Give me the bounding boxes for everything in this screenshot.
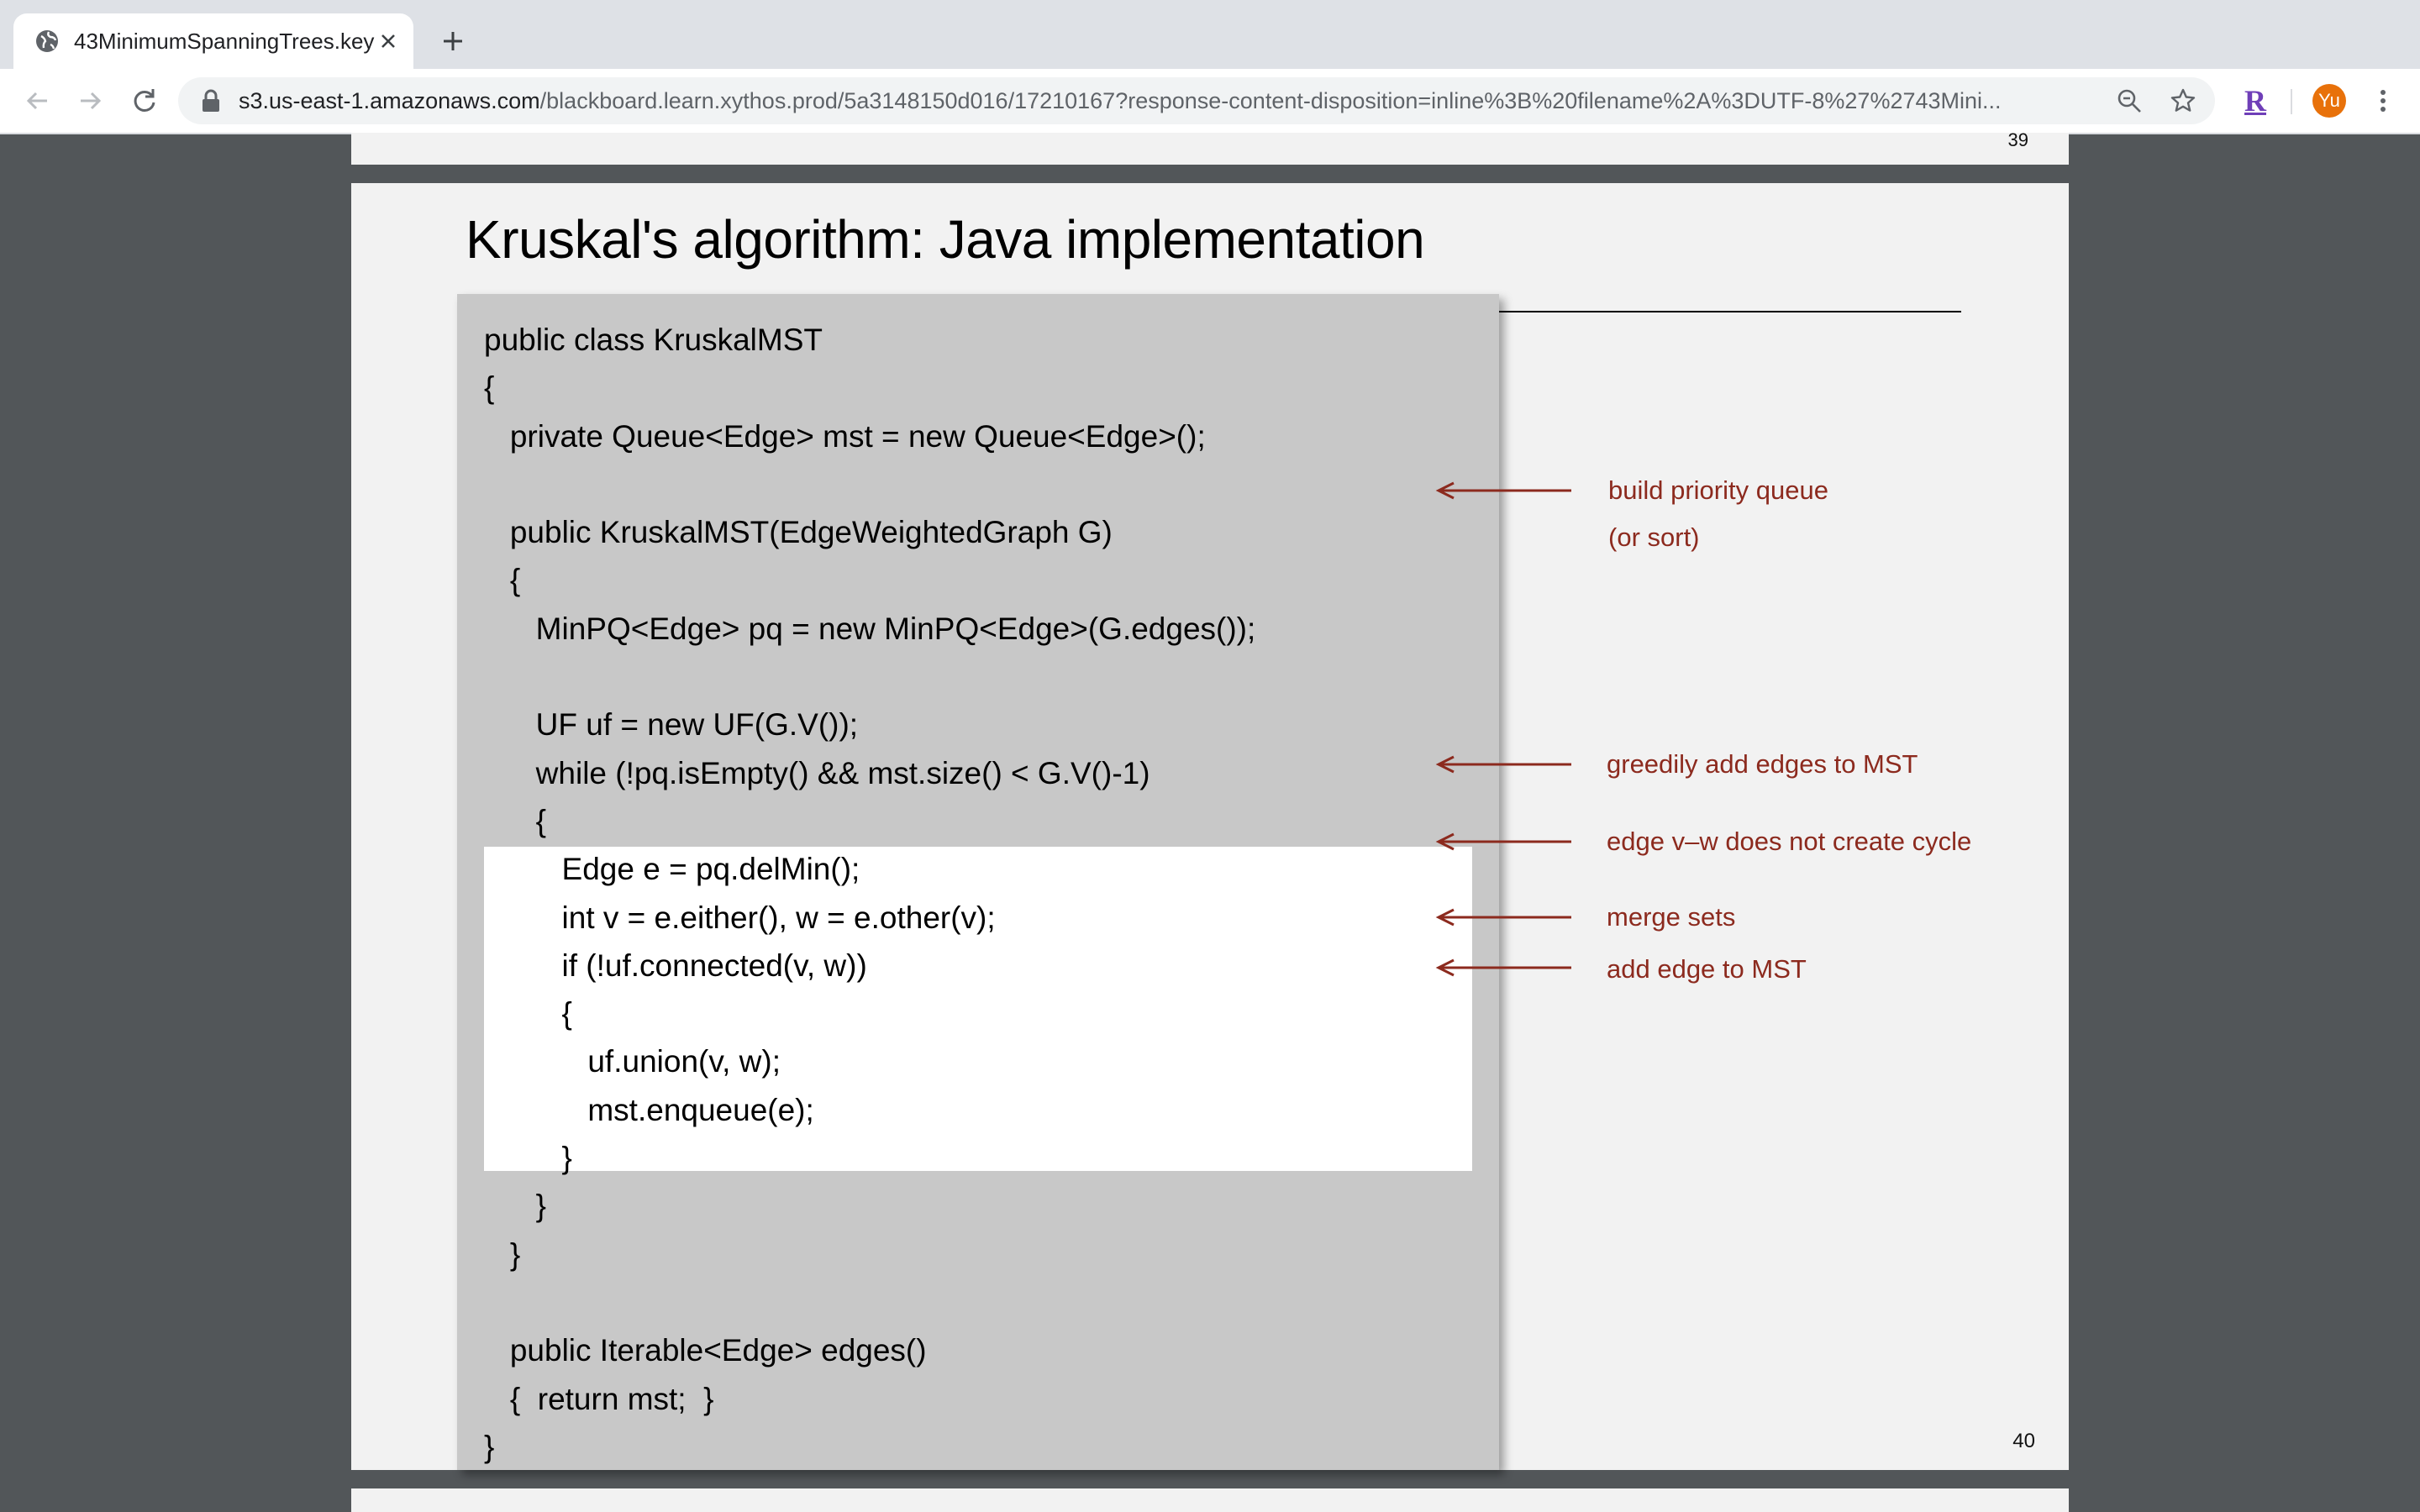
code-line: uf.union(v, w);: [484, 1044, 781, 1079]
annotation-build-pq: build priority queue (or sort): [1608, 474, 1828, 554]
page-number: 40: [2012, 1430, 2035, 1452]
code-line: }: [484, 1141, 572, 1176]
code-listing: public class KruskalMST { private Queue<E…: [484, 316, 1255, 1471]
back-arrow-icon[interactable]: [22, 86, 52, 116]
annotation-arrow: [1435, 908, 1571, 927]
kebab-menu-icon[interactable]: [2368, 86, 2398, 116]
code-line: }: [484, 1236, 521, 1272]
code-line: { return mst; }: [484, 1381, 714, 1416]
code-line: public class KruskalMST: [484, 323, 823, 357]
lock-icon[interactable]: [200, 89, 222, 113]
annotation-add-edge: add edge to MST: [1607, 954, 1807, 984]
pdf-page-previous: 39: [351, 129, 2069, 165]
code-line: {: [484, 563, 521, 598]
annotation-cycle: edge v–w does not create cycle: [1607, 827, 1972, 856]
annotation-arrow: [1435, 481, 1571, 500]
code-line: while (!pq.isEmpty() && mst.size() < G.V…: [484, 755, 1150, 790]
address-bar[interactable]: s3.us-east-1.amazonaws.com/blackboard.le…: [178, 77, 2215, 124]
code-line: if (!uf.connected(v, w)): [484, 948, 867, 983]
code-line: {: [484, 370, 495, 406]
annotation-line: (or sort): [1608, 522, 1700, 552]
code-line: {: [484, 996, 572, 1032]
reload-icon[interactable]: [129, 86, 160, 116]
pdf-page-current: Kruskal's algorithm: Java implementation…: [351, 183, 2069, 1470]
annotation-line: build priority queue: [1608, 475, 1828, 505]
tab-strip: 43MinimumSpanningTrees.key: [0, 0, 2420, 69]
code-line: UF uf = new UF(G.V());: [484, 707, 859, 743]
profile-avatar[interactable]: Yu: [2312, 84, 2346, 118]
browser-tab-active[interactable]: 43MinimumSpanningTrees.key: [13, 13, 413, 69]
url-host: s3.us-east-1.amazonaws.com: [239, 88, 540, 113]
annotation-merge: merge sets: [1607, 902, 1736, 932]
annotation-arrow: [1435, 958, 1571, 977]
zoom-magnifier-icon[interactable]: [2116, 87, 2143, 114]
forward-arrow-icon[interactable]: [76, 86, 106, 116]
code-line: mst.enqueue(e);: [484, 1092, 814, 1127]
code-line: MinPQ<Edge> pq = new MinPQ<Edge>(G.edges…: [484, 611, 1256, 646]
close-icon[interactable]: [376, 29, 400, 53]
bookmark-star-icon[interactable]: [2170, 87, 2196, 114]
annotation-greedy: greedily add edges to MST: [1607, 749, 1918, 779]
pdf-page-next: [351, 1488, 2069, 1512]
slide-title: Kruskal's algorithm: Java implementation: [466, 209, 1425, 270]
globe-icon: [36, 30, 58, 52]
browser-toolbar: s3.us-east-1.amazonaws.com/blackboard.le…: [0, 69, 2420, 134]
code-line: }: [484, 1189, 547, 1224]
code-line: Edge e = pq.delMin();: [484, 852, 860, 887]
url-text[interactable]: s3.us-east-1.amazonaws.com/blackboard.le…: [239, 77, 2079, 124]
new-tab-plus-icon[interactable]: [437, 25, 469, 57]
title-rule: [1497, 311, 1961, 312]
code-line: {: [484, 803, 547, 838]
code-line: private Queue<Edge> mst = new Queue<Edge…: [484, 418, 1206, 454]
code-line: public KruskalMST(EdgeWeightedGraph G): [484, 515, 1113, 550]
tab-title: 43MinimumSpanningTrees.key: [74, 29, 375, 54]
annotation-arrow: [1435, 832, 1571, 851]
extension-r-icon[interactable]: R: [2238, 82, 2272, 119]
toolbar-divider: [2291, 89, 2292, 114]
code-line: }: [484, 1429, 495, 1464]
code-line: int v = e.either(), w = e.other(v);: [484, 900, 996, 935]
code-line: public Iterable<Edge> edges(): [484, 1333, 927, 1368]
url-path: /blackboard.learn.xythos.prod/5a3148150d…: [539, 88, 2002, 113]
annotation-arrow: [1435, 755, 1571, 774]
page-number: 39: [2007, 129, 2028, 150]
